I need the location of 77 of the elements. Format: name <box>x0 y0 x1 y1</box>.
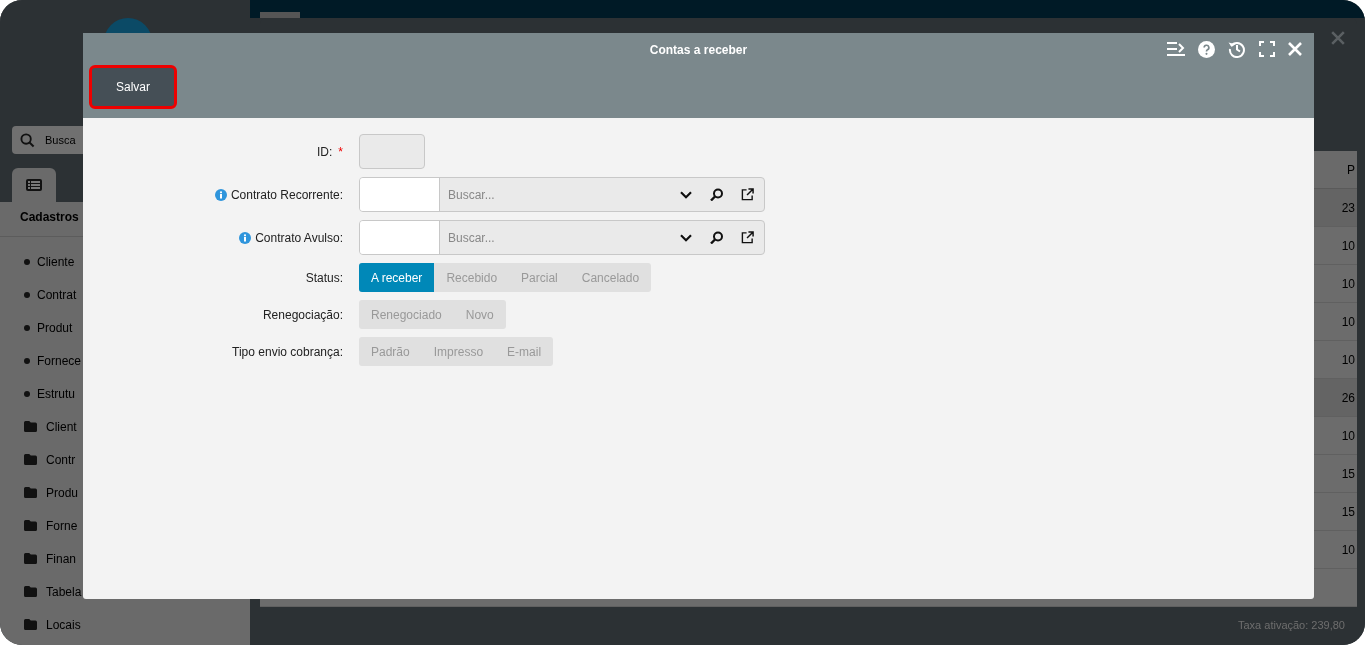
sidebar-item[interactable]: Cliente <box>37 254 75 269</box>
search-icon[interactable] <box>710 188 723 201</box>
table-cell: 10 <box>1341 352 1355 367</box>
sidebar-item[interactable]: Tabela <box>46 584 82 599</box>
list-tab[interactable] <box>12 168 56 202</box>
folder-icon <box>24 520 37 531</box>
bullet-icon <box>24 291 30 298</box>
column-header: P <box>1347 162 1355 177</box>
external-link-icon[interactable] <box>741 231 754 244</box>
sidebar-item[interactable]: Produ <box>46 485 79 500</box>
sidebar-item[interactable]: Locais <box>46 617 81 632</box>
search-icon[interactable] <box>710 231 723 244</box>
history-icon[interactable] <box>1228 40 1246 58</box>
id-field[interactable] <box>359 134 425 169</box>
bullet-icon <box>24 258 30 265</box>
section-title: Cadastros <box>20 210 79 224</box>
folder-icon <box>24 421 37 432</box>
field-label: Tipo envio cobrança: <box>232 344 343 359</box>
table-cell: 10 <box>1341 314 1355 329</box>
folder-icon <box>24 454 37 465</box>
field-label: Renegociação: <box>262 307 343 322</box>
search-icon <box>20 133 35 148</box>
table-cell: 10 <box>1341 238 1355 253</box>
folder-icon <box>24 586 37 597</box>
chevron-down-icon[interactable] <box>680 190 692 199</box>
field-label: Contrato Avulso: <box>255 230 343 245</box>
sidebar-item[interactable]: Produt <box>37 320 73 335</box>
option-button[interactable]: Recebido <box>434 263 510 292</box>
field-label: Contrato Recorrente: <box>230 187 343 202</box>
required-mark: * <box>338 144 343 159</box>
fullscreen-icon[interactable] <box>1259 41 1275 57</box>
list-icon <box>26 179 42 191</box>
option-button[interactable]: Cancelado <box>569 263 652 292</box>
align-icon[interactable] <box>1167 41 1185 57</box>
option-button[interactable]: Padrão <box>359 337 422 366</box>
external-link-icon[interactable] <box>741 188 754 201</box>
option-button[interactable]: Novo <box>453 300 506 329</box>
bullet-icon <box>24 357 30 364</box>
option-button[interactable]: E-mail <box>495 337 554 366</box>
sidebar-item[interactable]: Client <box>46 419 77 434</box>
sidebar-item[interactable]: Contr <box>46 452 76 467</box>
field-label: ID: <box>317 144 333 159</box>
code-field[interactable] <box>360 221 440 254</box>
table-cell: 10 <box>1341 542 1355 557</box>
table-cell: 23 <box>1341 200 1355 215</box>
sidebar-item[interactable]: Contrat <box>37 287 77 302</box>
option-button[interactable]: A receber <box>359 263 435 292</box>
folder-icon <box>24 487 37 498</box>
tab-strip <box>260 12 300 18</box>
code-field[interactable] <box>360 178 440 211</box>
sidebar-item[interactable]: Estrutu <box>37 386 75 401</box>
save-button[interactable]: Salvar <box>91 67 175 107</box>
close-icon[interactable] <box>1331 31 1345 45</box>
table-cell: 26 <box>1341 390 1355 405</box>
option-button[interactable]: Parcial <box>509 263 570 292</box>
dialog-title: Contas a receber <box>649 43 748 57</box>
folder-icon <box>24 619 37 630</box>
bullet-icon <box>24 390 30 397</box>
search-field[interactable]: Buscar... <box>440 221 680 254</box>
lookup-field[interactable]: Buscar... <box>359 220 765 255</box>
help-icon[interactable] <box>1198 40 1215 58</box>
option-button[interactable]: Renegociado <box>359 300 454 329</box>
sidebar-item[interactable]: Finan <box>46 551 77 566</box>
table-cell: 10 <box>1341 428 1355 443</box>
search-field[interactable]: Buscar... <box>440 178 680 211</box>
table-cell: 15 <box>1341 504 1355 519</box>
sidebar-item[interactable]: Forne <box>46 518 78 533</box>
sidebar-item[interactable]: Fornece <box>37 353 82 368</box>
field-label: Status: <box>305 270 343 285</box>
folder-icon <box>24 553 37 564</box>
table-cell: 10 <box>1341 276 1355 291</box>
table-cell: 15 <box>1341 466 1355 481</box>
option-button[interactable]: Impresso <box>421 337 496 366</box>
bullet-icon <box>24 324 30 331</box>
chevron-down-icon[interactable] <box>680 233 692 242</box>
lookup-field[interactable]: Buscar... <box>359 177 765 212</box>
footer-text: Taxa ativação: 239,80 <box>1237 619 1345 631</box>
